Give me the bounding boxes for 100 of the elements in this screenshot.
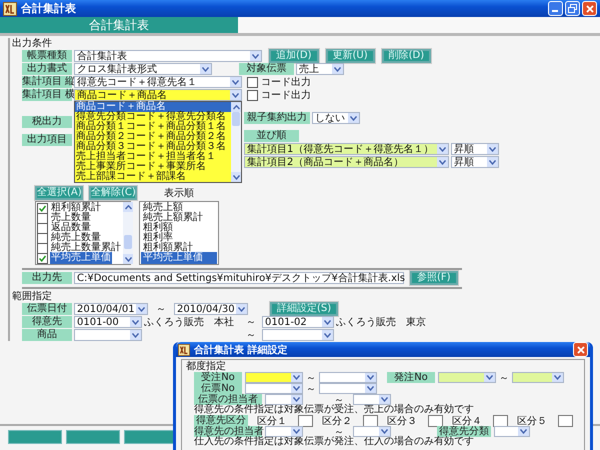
field-label: 得意先分類 xyxy=(437,426,491,437)
field-label: 得意先 xyxy=(22,316,72,328)
chevron-down-icon xyxy=(437,157,448,167)
list-heading: 表示順 xyxy=(163,186,195,200)
dropdown-option[interactable]: 得意先分類コード＋得意先分類名 xyxy=(75,112,231,122)
list-item[interactable]: 粗利額 xyxy=(141,223,217,233)
chevron-down-icon xyxy=(487,157,498,167)
chevron-down-icon xyxy=(236,304,247,314)
scrollbar[interactable] xyxy=(231,102,241,182)
class-input[interactable] xyxy=(493,414,508,426)
dropdown[interactable]: 売上 xyxy=(296,63,344,75)
dropdown[interactable] xyxy=(245,372,303,383)
dropdown[interactable] xyxy=(494,426,530,437)
dropdown-option[interactable]: 商品分類２コード＋商品分類２名 xyxy=(75,132,231,142)
app-icon xyxy=(3,2,17,16)
chevron-down-icon[interactable] xyxy=(231,172,241,182)
dropdown[interactable] xyxy=(353,394,391,405)
dropdown-option[interactable]: 商品コード＋商品名 xyxy=(75,102,231,112)
dropdown[interactable] xyxy=(245,383,303,394)
list-item[interactable]: 純売上数量 xyxy=(50,233,102,243)
path-field[interactable]: C:¥Documents and Settings¥mituhiro¥デスクトップ¥合計集計表.xls xyxy=(74,272,404,284)
chevron-down-icon xyxy=(365,373,376,382)
dropdown[interactable]: しない xyxy=(312,112,360,124)
dropdown[interactable]: 2010/04/01 xyxy=(74,303,148,315)
chevron-up-icon[interactable] xyxy=(123,202,133,212)
field-label: 出力項目 xyxy=(22,134,72,146)
dropdown[interactable]: 得意先コード＋得意先名１ xyxy=(74,76,242,88)
checkbox[interactable] xyxy=(37,222,48,234)
list-item[interactable]: 粗利額累計 xyxy=(141,243,217,253)
checkbox-label: コード出力 xyxy=(261,88,311,102)
chevron-down-icon xyxy=(291,395,302,404)
chevron-down-icon xyxy=(379,427,390,436)
class-label: 区分２ xyxy=(322,414,352,428)
chevron-up-icon[interactable] xyxy=(231,102,241,112)
checkbox[interactable] xyxy=(37,252,48,264)
close-icon[interactable] xyxy=(573,342,588,357)
dropdown[interactable]: クロス集計表形式 xyxy=(74,63,212,75)
dropdown-option[interactable]: 商品分類３コード＋商品分類３名 xyxy=(75,142,231,152)
field-label: 税出力 xyxy=(22,116,72,128)
chevron-down-icon[interactable] xyxy=(123,254,133,264)
scroll-thumb[interactable] xyxy=(232,112,240,126)
checkbox[interactable] xyxy=(37,242,48,254)
list-item[interactable]: 返品数量 xyxy=(50,223,92,233)
dropdown[interactable] xyxy=(265,394,303,405)
dropdown[interactable] xyxy=(265,426,303,437)
chevron-down-icon xyxy=(487,144,498,154)
class-input[interactable] xyxy=(558,414,573,426)
class-label: 区分５ xyxy=(517,414,547,428)
class-label: 区分１ xyxy=(257,414,287,426)
list-item[interactable]: 純売上額累計 xyxy=(141,213,217,223)
app-icon xyxy=(178,344,190,356)
field-label: 集計項目 横 xyxy=(22,89,72,101)
class-input[interactable] xyxy=(428,414,443,426)
field-label: 受注No xyxy=(194,372,242,383)
range-separator: ～ xyxy=(306,382,316,396)
dropdown-option[interactable]: 売上部課コード＋部課名 xyxy=(75,172,231,182)
dropdown[interactable] xyxy=(319,372,377,383)
field-label: 親子集約出力 xyxy=(244,112,310,124)
checkbox[interactable] xyxy=(247,90,258,100)
dropdown[interactable] xyxy=(353,426,391,437)
dropdown[interactable]: 0101-00 xyxy=(74,316,142,328)
close-icon[interactable] xyxy=(582,1,597,16)
checkbox[interactable] xyxy=(37,232,48,244)
scrollbar[interactable] xyxy=(123,202,133,264)
list-item[interactable]: 売上数量 xyxy=(50,213,92,223)
chevron-down-icon xyxy=(291,373,302,382)
minimize-icon[interactable] xyxy=(548,1,563,16)
restore-icon[interactable] xyxy=(565,1,580,16)
section-heading: 都度指定 xyxy=(186,361,227,372)
chevron-down-icon xyxy=(291,384,302,393)
checkbox[interactable] xyxy=(37,212,48,224)
dropdown-option[interactable]: 売上事業所コード＋事業所名 xyxy=(75,162,231,172)
chevron-down-icon xyxy=(552,373,563,382)
class-input[interactable] xyxy=(298,414,313,426)
class-input[interactable] xyxy=(363,414,378,426)
list-item[interactable]: 平均売上単価 xyxy=(50,253,112,263)
dropdown-option[interactable]: 商品分類１コード＋商品分類１名 xyxy=(75,122,231,132)
list-item[interactable]: 平均売上単価 xyxy=(141,253,217,263)
list-item[interactable]: 純売上数量累計 xyxy=(50,243,122,253)
field-label: 並び順 xyxy=(244,130,299,142)
dropdown[interactable] xyxy=(319,383,377,394)
dropdown[interactable]: 2010/04/30 xyxy=(174,303,248,315)
class-label: 区分４ xyxy=(452,414,482,426)
checkbox[interactable] xyxy=(37,202,48,214)
chevron-down-icon xyxy=(379,395,390,404)
header-banner: 合計集計表 xyxy=(0,17,238,33)
dropdown[interactable]: 0101-02 xyxy=(262,316,334,328)
dropdown-option[interactable]: 売上担当者コード＋担当者名１ xyxy=(75,152,231,162)
dropdown[interactable]: 商品コード＋商品名 xyxy=(74,89,242,101)
class-label: 区分３ xyxy=(387,414,417,428)
checkbox[interactable] xyxy=(247,76,258,88)
dropdown[interactable]: 合計集計表 xyxy=(74,50,262,62)
chevron-down-icon xyxy=(437,144,448,154)
scroll-thumb[interactable] xyxy=(124,235,132,250)
chevron-down-icon xyxy=(365,384,376,393)
list-item[interactable]: 粗利率 xyxy=(141,233,217,243)
range-separator: ～ xyxy=(156,303,166,316)
field-label: 発注No xyxy=(387,372,435,383)
list-item[interactable]: 純売上額 xyxy=(141,203,217,213)
list-item[interactable]: 粗利額累計 xyxy=(50,203,102,213)
